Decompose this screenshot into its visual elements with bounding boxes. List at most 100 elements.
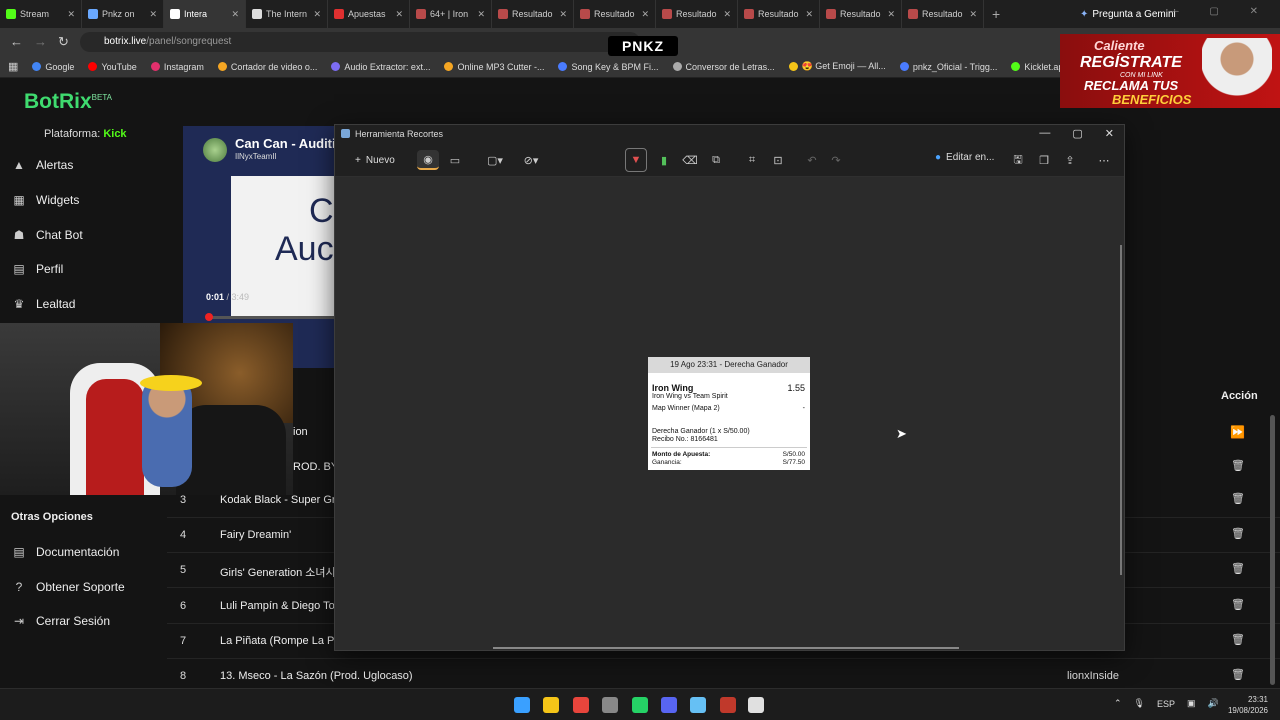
channel-avatar[interactable]: [203, 138, 227, 162]
tab-close-icon[interactable]: ✕: [231, 9, 239, 20]
tab-close-icon[interactable]: ✕: [969, 9, 977, 20]
tab-close-icon[interactable]: ✕: [67, 9, 75, 20]
sidebar-item-chat-bot[interactable]: ☗ Chat Bot: [12, 228, 83, 242]
more-options-icon[interactable]: ⋯: [1095, 150, 1113, 170]
forward-icon[interactable]: →: [34, 34, 47, 49]
chrome-icon[interactable]: [573, 697, 589, 713]
browser-window-controls[interactable]: — ▢ ✕: [1169, 6, 1272, 17]
caliente-ad-banner[interactable]: Caliente REGÍSTRATE CON MI LINK RECLAMA …: [1060, 34, 1280, 108]
microphone-icon[interactable]: 🎙: [1134, 698, 1145, 709]
redo-icon[interactable]: ↷: [827, 150, 845, 170]
bookmark-item[interactable]: Cortador de video o...: [217, 62, 317, 72]
bookmark-item[interactable]: Online MP3 Cutter -...: [444, 62, 544, 72]
shapes-icon[interactable]: ⧉: [707, 150, 725, 170]
steam-icon[interactable]: [690, 697, 706, 713]
taskbar-clock[interactable]: 23:31 19/08/2026: [1224, 694, 1268, 716]
back-icon[interactable]: ←: [10, 34, 23, 49]
close-icon[interactable]: ✕: [1105, 127, 1114, 140]
gemini-button[interactable]: ✦ Pregunta a Gemini: [1080, 0, 1176, 28]
tab-close-icon[interactable]: ✕: [805, 9, 813, 20]
minimize-icon[interactable]: —: [1039, 127, 1050, 140]
file-explorer-icon[interactable]: [543, 697, 559, 713]
browser-tab-4[interactable]: The Intern ✕: [246, 0, 328, 28]
eraser-icon[interactable]: ⌫: [681, 150, 699, 170]
delay-timer-icon[interactable]: ⊘▾: [517, 150, 545, 170]
crop-icon[interactable]: ⌗: [743, 150, 761, 170]
obs-like-icon[interactable]: [602, 697, 618, 713]
tab-close-icon[interactable]: ✕: [313, 9, 321, 20]
tab-close-icon[interactable]: ✕: [641, 9, 649, 20]
video-channel[interactable]: IlNyxTeamIl: [235, 152, 276, 161]
bookmark-item[interactable]: Audio Extractor: ext...: [331, 62, 430, 72]
pen-icon[interactable]: ▼: [625, 148, 647, 172]
sidebar-option-3[interactable]: ⇥ Cerrar Sesión: [12, 614, 110, 628]
browser-tab-9[interactable]: Resultado ✕: [656, 0, 738, 28]
new-snip-button[interactable]: + Nuevo: [347, 150, 403, 170]
trash-icon[interactable]: 🗑: [1231, 459, 1245, 472]
sidebar-item-perfil[interactable]: ▤ Perfil: [12, 262, 63, 276]
url-field[interactable]: botrix.live/panel/songrequest: [80, 32, 640, 52]
snip-shape-icon[interactable]: ▢▾: [481, 150, 509, 170]
tab-close-icon[interactable]: ✕: [887, 9, 895, 20]
tab-close-icon[interactable]: ✕: [395, 9, 403, 20]
bookmark-item[interactable]: Instagram: [150, 62, 204, 72]
browser-tab-11[interactable]: Resultado ✕: [820, 0, 902, 28]
apps-icon[interactable]: ▦: [8, 60, 18, 73]
sidebar-item-widgets[interactable]: ▦ Widgets: [12, 193, 79, 207]
page-scrollbar[interactable]: [1270, 415, 1275, 685]
reload-icon[interactable]: ↻: [58, 34, 69, 50]
tab-close-icon[interactable]: ✕: [149, 9, 157, 20]
trash-icon[interactable]: 🗑: [1231, 668, 1245, 681]
bookmark-item[interactable]: Song Key & BPM Fi...: [558, 62, 659, 72]
trash-icon[interactable]: 🗑: [1231, 492, 1245, 505]
browser-tab-3[interactable]: Intera ✕: [164, 0, 246, 28]
bookmark-item[interactable]: Conversor de Letras...: [672, 62, 775, 72]
sidebar-option-1[interactable]: ▤ Documentación: [12, 545, 119, 559]
botrix-logo[interactable]: BotRixBETA: [24, 90, 112, 114]
undo-icon[interactable]: ↶: [803, 150, 821, 170]
sidebar-item-lealtad[interactable]: ♛ Lealtad: [12, 297, 76, 311]
bookmark-item[interactable]: pnkz_Oficial - Trigg...: [899, 62, 997, 72]
bookmark-item[interactable]: Google: [32, 62, 74, 72]
new-tab-button[interactable]: +: [984, 6, 1008, 22]
text-actions-icon[interactable]: ⊡: [769, 150, 787, 170]
tab-close-icon[interactable]: ✕: [723, 9, 731, 20]
browser-tab-2[interactable]: Pnkz on ✕: [82, 0, 164, 28]
browser-tab-5[interactable]: Apuestas ✕: [328, 0, 410, 28]
bookmark-item[interactable]: 😍 Get Emoji — All...: [788, 61, 886, 72]
browser-tab-12[interactable]: Resultado ✕: [902, 0, 984, 28]
bookmark-item[interactable]: YouTube: [88, 62, 137, 72]
tab-close-icon[interactable]: ✕: [477, 9, 485, 20]
maximize-icon[interactable]: ▢: [1072, 127, 1082, 140]
skip-song-icon[interactable]: ⏩: [1230, 425, 1245, 439]
sidebar-option-2[interactable]: ? Obtener Soporte: [12, 580, 125, 594]
network-icon[interactable]: ▣: [1187, 698, 1196, 709]
whatsapp-icon[interactable]: [632, 697, 648, 713]
highlighter-icon[interactable]: ▮: [655, 150, 673, 170]
video-title[interactable]: Can Can - Auditio: [235, 136, 344, 151]
share-icon[interactable]: ⇪: [1061, 150, 1079, 170]
snip-vertical-scrollbar[interactable]: [1120, 245, 1122, 575]
sidebar-item-alertas[interactable]: ▲ Alertas: [12, 158, 73, 172]
tab-close-icon[interactable]: ✕: [559, 9, 567, 20]
browser-tab-1[interactable]: Stream ✕: [0, 0, 82, 28]
video-mode-icon[interactable]: ▭: [445, 150, 465, 170]
windows-start-icon[interactable]: [514, 697, 530, 713]
trash-icon[interactable]: 🗑: [1231, 527, 1245, 540]
edit-in-button[interactable]: ● Editar en...: [935, 152, 994, 163]
snipping-tool-titlebar[interactable]: Herramienta Recortes — ▢ ✕: [335, 125, 1124, 143]
trash-icon[interactable]: 🗑: [1231, 598, 1245, 611]
browser-tab-8[interactable]: Resultado ✕: [574, 0, 656, 28]
snipping-tool-icon[interactable]: [748, 697, 764, 713]
language-indicator[interactable]: ESP: [1157, 699, 1175, 709]
discord-icon[interactable]: [661, 697, 677, 713]
volume-icon[interactable]: 🔊: [1208, 698, 1219, 709]
browser-tab-6[interactable]: 64+ | Iron ✕: [410, 0, 492, 28]
video-progress-knob[interactable]: [205, 313, 213, 321]
trash-icon[interactable]: 🗑: [1231, 633, 1245, 646]
browser-tab-10[interactable]: Resultado ✕: [738, 0, 820, 28]
app-red-icon[interactable]: [720, 697, 736, 713]
trash-icon[interactable]: 🗑: [1231, 562, 1245, 575]
snip-horizontal-scrollbar[interactable]: [493, 647, 959, 649]
save-icon[interactable]: 🖫: [1009, 150, 1027, 170]
